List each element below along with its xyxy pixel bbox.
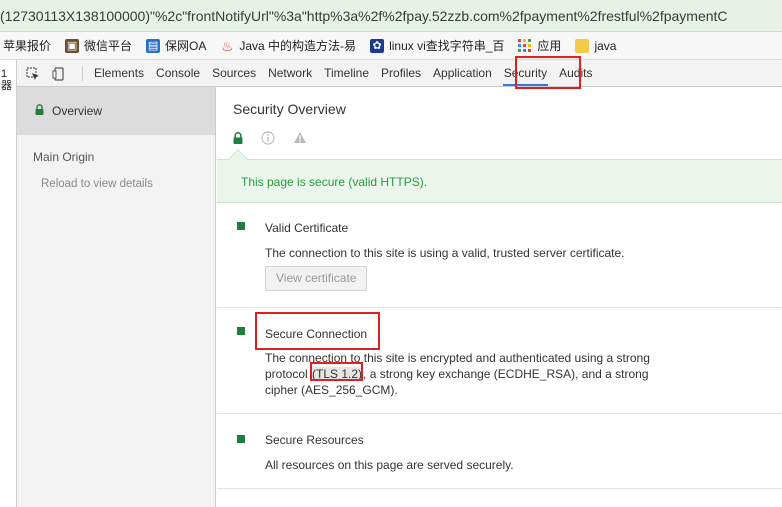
bookmark-label: 应用	[537, 39, 562, 53]
bookmark-item[interactable]: ▤ 保网OA	[146, 37, 206, 54]
tab-audits[interactable]: Audits	[553, 60, 598, 87]
tab-sources[interactable]: Sources	[206, 60, 262, 87]
bookmark-label: 苹果报价	[3, 39, 52, 53]
section-title: Secure Connection	[265, 327, 368, 341]
security-sidebar: Overview Main Origin Reload to view deta…	[17, 87, 216, 507]
devtools-tabs: Elements Console Sources Network Timelin…	[88, 60, 598, 87]
tls-version: (TLS 1.2)	[311, 367, 364, 381]
secure-status-icon	[237, 435, 245, 443]
page-content-edge: 1器	[0, 60, 17, 507]
secure-status-icon	[237, 327, 245, 335]
sidebar-item-overview[interactable]: Overview	[17, 87, 215, 135]
security-summary-icons	[233, 130, 325, 148]
paw-icon: ✿	[370, 38, 385, 53]
bookmark-item[interactable]: ▣ 微信平台	[65, 37, 132, 54]
resources-section: Secure Resources All resources on this p…	[217, 414, 782, 489]
reload-hint: Reload to view details	[41, 178, 153, 190]
devtools-toolbar: Elements Console Sources Network Timelin…	[0, 60, 782, 87]
bookmark-item[interactable]: java	[575, 38, 617, 53]
main-origin-heading: Main Origin	[33, 150, 95, 164]
bookmark-item[interactable]: 苹果报价	[3, 37, 51, 54]
secure-status-icon	[237, 222, 245, 230]
folder-icon	[575, 38, 590, 53]
apps-grid-icon	[518, 38, 532, 53]
bookmark-item[interactable]: 应用	[518, 37, 561, 54]
security-overview-panel: Security Overview This page is secure (v…	[217, 87, 782, 507]
page-edge-text: 1器	[1, 68, 12, 92]
lock-icon	[35, 104, 44, 118]
page-title: Security Overview	[233, 101, 346, 117]
oa-icon: ▤	[146, 38, 161, 53]
tab-profiles[interactable]: Profiles	[375, 60, 427, 87]
section-description: All resources on this page are served se…	[265, 458, 514, 472]
section-description: The connection to this site is encrypted…	[265, 350, 675, 398]
info-icon	[261, 130, 275, 148]
tab-timeline[interactable]: Timeline	[318, 60, 375, 87]
bookmark-item[interactable]: ♨ Java 中的构造方法-易	[220, 37, 356, 54]
bookmark-label: linux vi查找字符串_百	[389, 39, 505, 53]
toolbar-divider	[82, 66, 83, 81]
bookmark-label: java	[594, 38, 617, 53]
url-text: (12730113X138100000)"%2c"frontNotifyUrl"…	[0, 8, 728, 24]
tab-console[interactable]: Console	[150, 60, 206, 87]
address-bar[interactable]: (12730113X138100000)"%2c"frontNotifyUrl"…	[0, 0, 782, 32]
certificate-section: Valid Certificate The connection to this…	[217, 204, 782, 308]
warning-icon	[293, 131, 307, 147]
section-description: The connection to this site is using a v…	[265, 246, 625, 260]
inspect-element-icon[interactable]	[26, 66, 40, 81]
device-mode-icon[interactable]	[52, 66, 66, 81]
view-certificate-button[interactable]: View certificate	[265, 266, 368, 291]
bookmark-label: 保网OA	[165, 39, 207, 53]
section-title: Valid Certificate	[265, 221, 349, 235]
sidebar-item-label: Overview	[52, 104, 103, 118]
tab-elements[interactable]: Elements	[88, 60, 150, 87]
banner-pointer	[228, 149, 248, 169]
bookmark-label: Java 中的构造方法-易	[239, 39, 357, 53]
connection-section: Secure Connection The connection to this…	[217, 308, 782, 414]
bookmarks-bar: 苹果报价 ▣ 微信平台 ▤ 保网OA ♨ Java 中的构造方法-易 ✿ lin…	[0, 32, 782, 60]
java-icon: ♨	[221, 37, 234, 54]
secure-lock-icon	[233, 131, 243, 147]
security-summary-banner: This page is secure (valid HTTPS).	[217, 149, 782, 203]
image-icon: ▣	[65, 38, 80, 53]
tab-application[interactable]: Application	[427, 60, 498, 87]
bookmark-item[interactable]: ✿ linux vi查找字符串_百	[370, 37, 504, 54]
section-title: Secure Resources	[265, 433, 364, 447]
tab-network[interactable]: Network	[262, 60, 318, 87]
bookmark-label: 微信平台	[84, 39, 133, 53]
security-summary-text: This page is secure (valid HTTPS).	[241, 175, 428, 189]
tab-security[interactable]: Security	[498, 60, 553, 87]
